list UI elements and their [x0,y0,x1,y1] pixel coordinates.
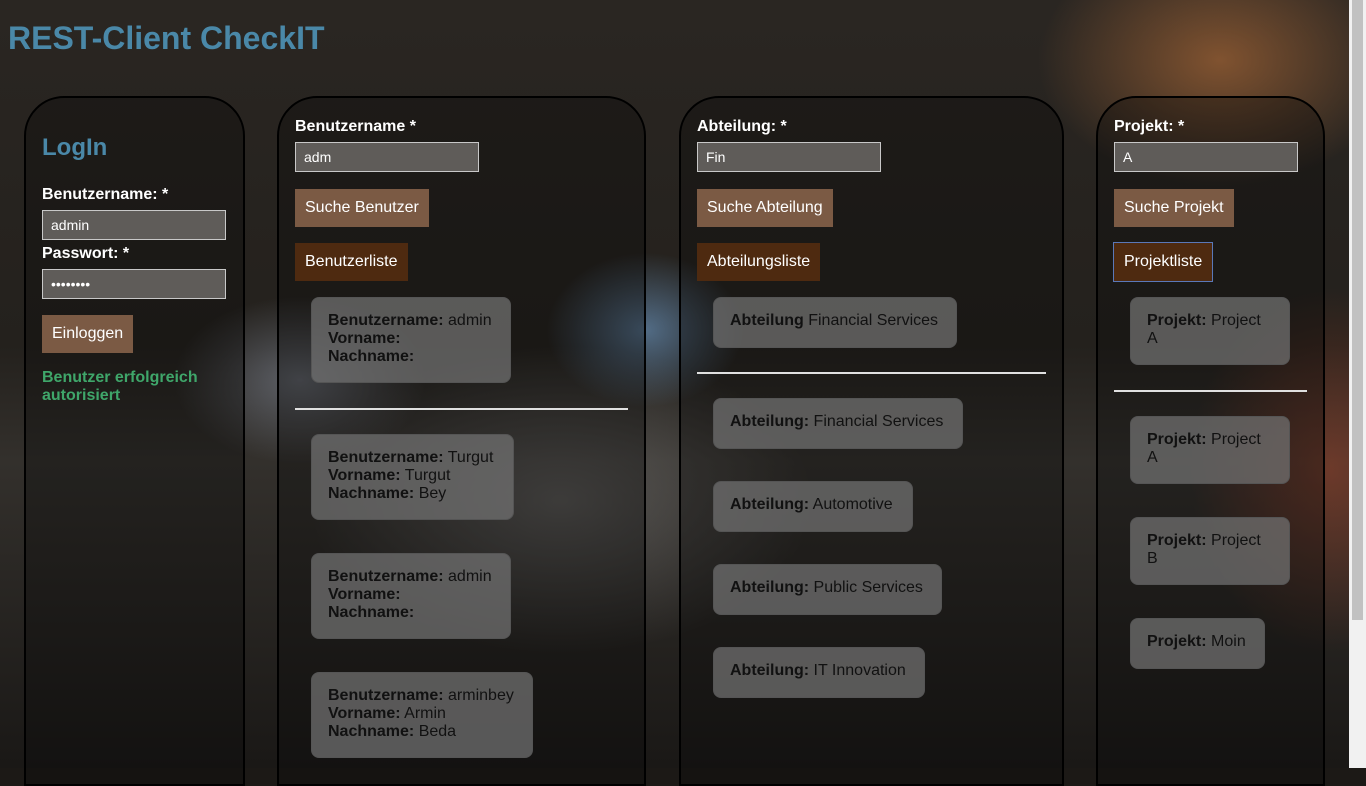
vertical-scrollbar[interactable] [1349,0,1366,768]
departments-list-button[interactable]: Abteilungsliste [697,243,821,281]
projects-divider [1114,390,1307,392]
project-list-item: Projekt: Project A [1130,416,1290,484]
department-search-result-card: Abteilung Financial Services [713,297,957,348]
project-search-result-card: Projekt: Project A [1130,297,1290,365]
user-list-item: Benutzername: Turgut Vorname: Turgut Nac… [311,434,514,520]
login-password-label: Passwort: * [42,245,130,262]
users-list-button[interactable]: Benutzerliste [295,243,408,281]
projects-list-button[interactable]: Projektliste [1112,242,1214,282]
user-list-item: Benutzername: arminbey Vorname: Armin Na… [311,672,533,758]
scrollbar-thumb[interactable] [1352,0,1363,620]
login-button[interactable]: Einloggen [42,315,134,353]
projects-search-input[interactable] [1114,142,1298,172]
search-departments-button[interactable]: Suche Abteilung [697,189,833,227]
users-divider [295,408,628,410]
department-list-item: Abteilung: Automotive [713,481,913,532]
search-projects-button[interactable]: Suche Projekt [1114,189,1234,227]
departments-search-label: Abteilung: * [697,118,787,135]
login-password-input[interactable] [42,269,226,299]
users-search-input[interactable] [295,142,479,172]
user-search-result-card: Benutzername: admin Vorname: Nachname: [311,297,511,383]
login-username-input[interactable] [42,210,226,240]
login-title: LogIn [42,134,108,161]
login-status-message: Benutzer erfolgreich autorisiert [42,369,198,404]
search-users-button[interactable]: Suche Benutzer [295,189,429,227]
project-list-item: Projekt: Moin [1130,618,1265,669]
user-list-item: Benutzername: admin Vorname: Nachname: [311,553,511,639]
department-list-item: Abteilung: Public Services [713,564,942,615]
department-list-item: Abteilung: IT Innovation [713,647,925,698]
departments-search-input[interactable] [697,142,881,172]
app-title: REST-Client CheckIT [8,20,325,56]
users-search-label: Benutzername * [295,118,416,135]
department-list-item: Abteilung: Financial Services [713,398,963,449]
departments-divider [697,372,1046,374]
login-username-label: Benutzername: * [42,186,169,203]
project-list-item: Projekt: Project B [1130,517,1290,585]
projects-search-label: Projekt: * [1114,118,1185,135]
